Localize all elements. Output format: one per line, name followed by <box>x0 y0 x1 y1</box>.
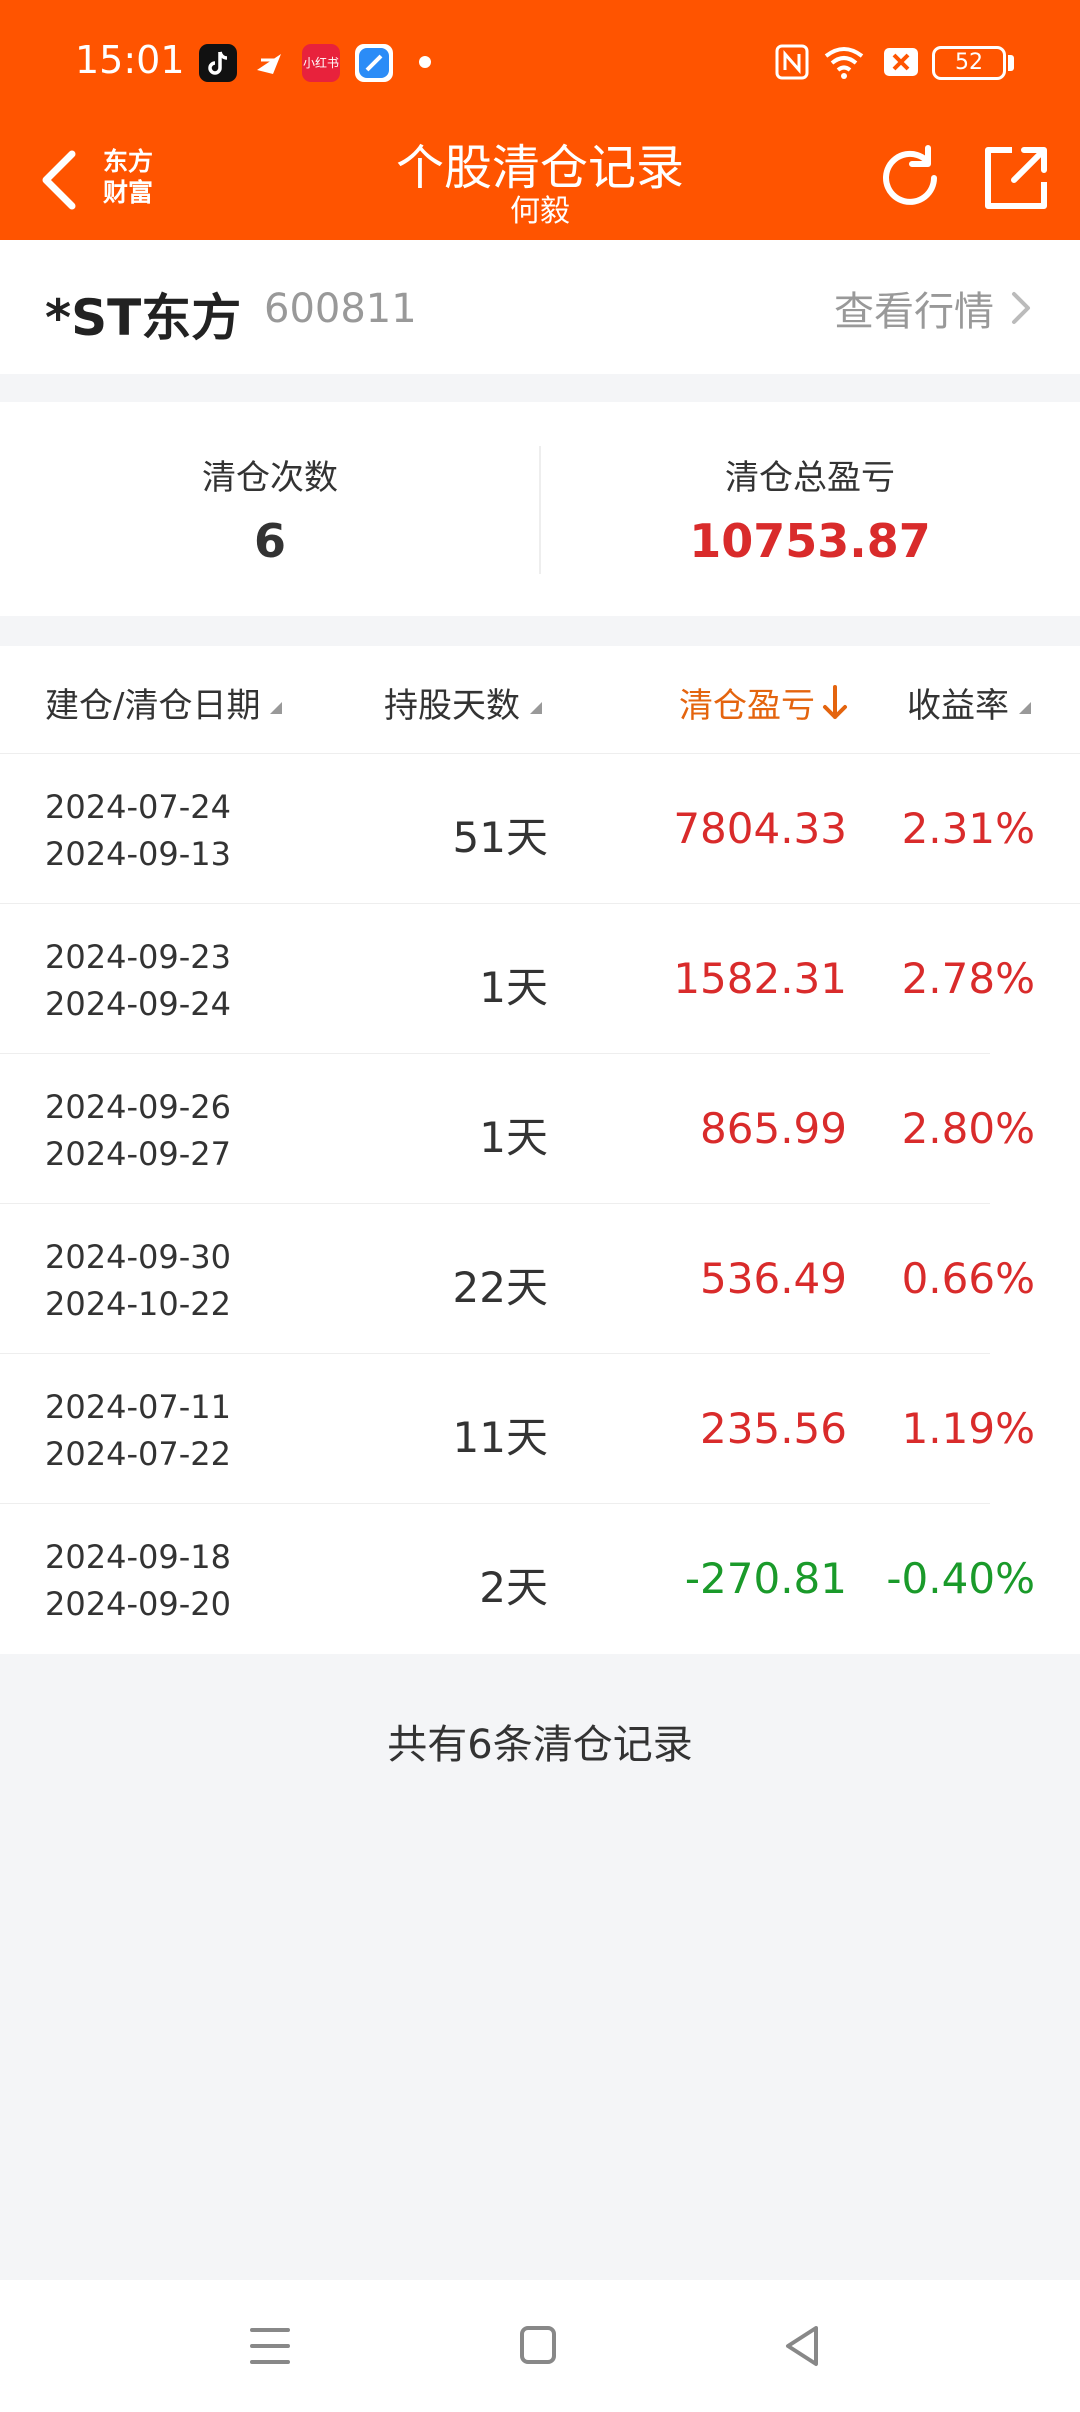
holding-days: 2天 <box>479 1563 548 1612</box>
pnl-header-label: 清仓盈亏 <box>679 686 815 726</box>
holding-days: 22天 <box>452 1263 548 1312</box>
refresh-icon <box>883 145 937 205</box>
open-date: 2024-09-30 <box>45 1238 231 1276</box>
dates-header-label: 建仓/清仓日期 <box>45 686 261 726</box>
table-row[interactable]: 2024-09-30 2024-10-22 22天 536.49 0.66% <box>0 1204 1080 1354</box>
status-time: 15:01 <box>75 38 185 82</box>
row-dates: 2024-07-11 2024-07-22 <box>45 1384 231 1478</box>
open-date: 2024-09-18 <box>45 1538 231 1576</box>
battery-tip <box>1008 55 1014 71</box>
return-rate: 2.78% <box>901 954 1035 1003</box>
return-rate: 2.80% <box>901 1104 1035 1153</box>
summary-count: 清仓次数 6 <box>0 402 540 616</box>
sim-no-signal-icon <box>884 48 918 76</box>
clearance-pnl: 536.49 <box>700 1254 847 1303</box>
close-date: 2024-10-22 <box>45 1285 231 1323</box>
close-date: 2024-07-22 <box>45 1435 231 1473</box>
battery-icon: 52 <box>932 46 1006 80</box>
summary-total: 清仓总盈亏 10753.87 <box>540 402 1080 616</box>
total-pnl-label: 清仓总盈亏 <box>725 458 895 498</box>
open-date: 2024-09-23 <box>45 938 231 976</box>
sort-rate-header[interactable]: 收益率 <box>907 678 1033 727</box>
clearance-pnl: 1582.31 <box>673 954 847 1003</box>
holding-days: 1天 <box>479 963 548 1012</box>
xiaohongshu-icon: 小红书 <box>302 44 340 82</box>
douyin-icon <box>199 44 237 82</box>
menu-icon <box>250 2328 290 2364</box>
clearance-pnl: 865.99 <box>700 1104 847 1153</box>
record-count-note: 共有6条清仓记录 <box>387 1722 693 1768</box>
sort-dates-header[interactable]: 建仓/清仓日期 <box>45 678 284 727</box>
open-date: 2024-07-24 <box>45 788 231 826</box>
refresh-button[interactable] <box>872 140 948 216</box>
share-icon <box>985 147 1047 209</box>
system-nav-bar <box>0 2280 1080 2412</box>
return-rate: 2.31% <box>901 804 1035 853</box>
stock-bar: *ST东方 600811 查看行情 <box>0 240 1080 374</box>
close-date: 2024-09-20 <box>45 1585 231 1623</box>
open-date: 2024-07-11 <box>45 1388 231 1426</box>
clearance-count-label: 清仓次数 <box>202 458 338 498</box>
row-dates: 2024-09-30 2024-10-22 <box>45 1234 231 1328</box>
table-row[interactable]: 2024-09-26 2024-09-27 1天 865.99 2.80% <box>0 1054 1080 1204</box>
arrow-down-icon <box>823 684 847 719</box>
return-rate: 0.66% <box>901 1254 1035 1303</box>
holding-days: 51天 <box>452 813 548 862</box>
clearance-pnl: 7804.33 <box>673 804 847 853</box>
close-date: 2024-09-24 <box>45 985 231 1023</box>
holding-days: 1天 <box>479 1113 548 1162</box>
open-date: 2024-09-26 <box>45 1088 231 1126</box>
table-row[interactable]: 2024-07-11 2024-07-22 11天 235.56 1.19% <box>0 1354 1080 1504</box>
notification-dot-icon <box>419 56 431 68</box>
sort-triangle-icon <box>1019 701 1031 714</box>
row-dates: 2024-09-18 2024-09-20 <box>45 1534 231 1628</box>
clearance-pnl: -270.81 <box>684 1554 847 1603</box>
sort-pnl-header[interactable]: 清仓盈亏 <box>679 678 849 727</box>
nfc-icon <box>775 44 809 80</box>
table-row[interactable]: 2024-07-24 2024-09-13 51天 7804.33 2.31% <box>0 754 1080 904</box>
view-market-label: 查看行情 <box>834 289 994 335</box>
status-bar: 15:01 小红书 52 <box>0 0 1080 122</box>
clearance-table: 建仓/清仓日期 持股天数 清仓盈亏 收益率 2024-07-24 2024-09… <box>0 646 1080 1654</box>
table-header: 建仓/清仓日期 持股天数 清仓盈亏 收益率 <box>0 646 1080 754</box>
row-dates: 2024-09-23 2024-09-24 <box>45 934 231 1028</box>
share-button[interactable] <box>978 140 1054 216</box>
rate-header-label: 收益率 <box>907 686 1009 726</box>
close-date: 2024-09-27 <box>45 1135 231 1173</box>
feishu-icon <box>251 44 289 82</box>
back-nav-button[interactable] <box>774 2316 834 2376</box>
days-header-label: 持股天数 <box>384 686 520 726</box>
stock-code: 600811 <box>264 286 417 332</box>
view-market-link[interactable]: 查看行情 <box>834 280 1032 336</box>
square-home-icon <box>520 2326 556 2364</box>
triangle-back-icon <box>786 2326 818 2366</box>
total-pnl-value: 10753.87 <box>689 514 931 568</box>
table-row[interactable]: 2024-09-18 2024-09-20 2天 -270.81 -0.40% <box>0 1504 1080 1654</box>
table-row[interactable]: 2024-09-23 2024-09-24 1天 1582.31 2.78% <box>0 904 1080 1054</box>
home-button[interactable] <box>508 2316 568 2376</box>
header: 东方 财富 个股清仓记录 何毅 <box>0 122 1080 240</box>
menu-button[interactable] <box>240 2316 300 2376</box>
chevron-right-icon <box>1012 292 1030 324</box>
return-rate: 1.19% <box>901 1404 1035 1453</box>
sort-triangle-icon <box>270 701 283 714</box>
sort-days-header[interactable]: 持股天数 <box>384 678 544 727</box>
return-rate: -0.40% <box>886 1554 1035 1603</box>
row-dates: 2024-07-24 2024-09-13 <box>45 784 231 878</box>
wifi-icon <box>824 47 864 79</box>
clearance-pnl: 235.56 <box>700 1404 847 1453</box>
holding-days: 11天 <box>452 1413 548 1462</box>
sort-triangle-icon <box>530 701 542 714</box>
clearance-count-value: 6 <box>253 514 286 568</box>
row-dates: 2024-09-26 2024-09-27 <box>45 1084 231 1178</box>
close-date: 2024-09-13 <box>45 835 231 873</box>
summary-panel: 清仓次数 6 清仓总盈亏 10753.87 <box>0 402 1080 616</box>
browser-icon <box>355 44 393 82</box>
stock-name: *ST东方 <box>45 289 242 347</box>
